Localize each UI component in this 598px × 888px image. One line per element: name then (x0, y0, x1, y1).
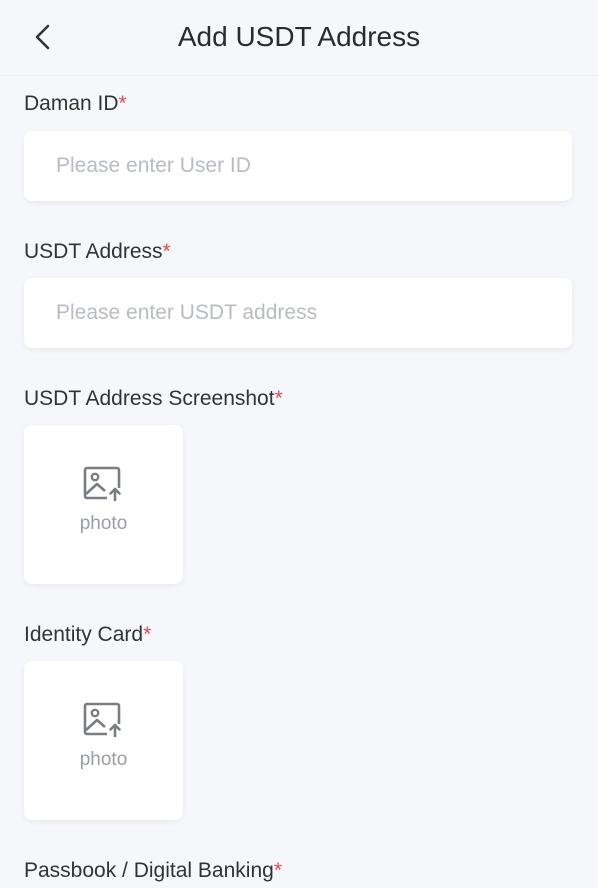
image-upload-icon (83, 466, 123, 502)
usdt-screenshot-label: USDT Address Screenshot* (24, 387, 283, 411)
daman-id-label-text: Daman ID (24, 92, 119, 115)
usdt-address-field (24, 278, 572, 348)
required-mark: * (143, 623, 152, 646)
identity-card-label: Identity Card* (24, 623, 151, 647)
identity-card-upload-button[interactable]: photo (24, 661, 183, 820)
required-mark: * (118, 92, 127, 115)
image-upload-icon (83, 702, 123, 738)
required-mark: * (274, 387, 283, 410)
upload-photo-label: photo (79, 513, 128, 534)
identity-card-label-text: Identity Card (24, 623, 144, 646)
usdt-address-input[interactable] (24, 278, 572, 348)
page-header: Add USDT Address (0, 0, 598, 76)
usdt-screenshot-upload-button[interactable]: photo (24, 425, 183, 584)
daman-id-label: Daman ID* (24, 92, 127, 116)
required-mark: * (162, 240, 171, 263)
passbook-label: Passbook / Digital Banking* (24, 859, 282, 883)
usdt-address-label-text: USDT Address (24, 240, 163, 263)
passbook-label-text: Passbook / Digital Banking (24, 859, 274, 882)
page-title: Add USDT Address (177, 21, 421, 52)
usdt-address-label: USDT Address* (24, 240, 171, 264)
daman-id-input[interactable] (24, 131, 572, 201)
usdt-screenshot-label-text: USDT Address Screenshot (24, 387, 275, 410)
upload-photo-label: photo (79, 749, 128, 770)
required-mark: * (273, 859, 282, 882)
daman-id-field (24, 131, 572, 201)
